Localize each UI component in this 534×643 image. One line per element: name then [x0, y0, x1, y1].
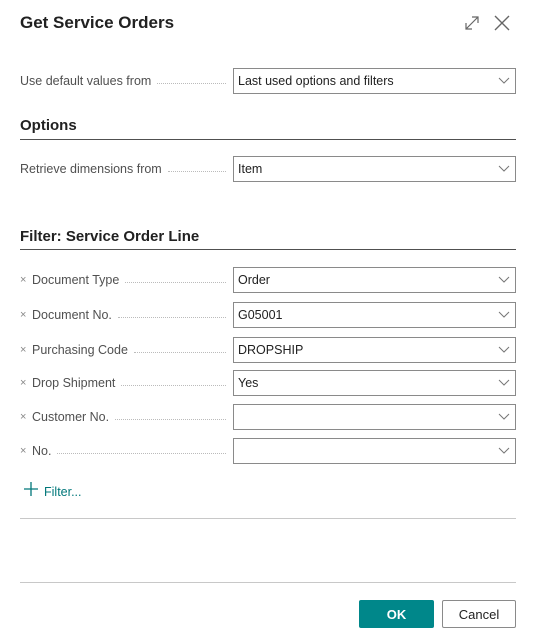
filter-label: Purchasing Code [32, 343, 128, 357]
remove-filter-icon[interactable]: × [20, 344, 29, 356]
filter-row-document-no: × Document No. G05001 [20, 302, 516, 328]
retrieve-dimensions-row: Retrieve dimensions from Item [20, 156, 516, 182]
filter-label: Document Type [32, 273, 120, 287]
filter-field-purchasing-code[interactable]: DROPSHIP [233, 337, 516, 363]
add-filter-label: Filter... [44, 484, 82, 499]
default-values-row: Use default values from Last used option… [20, 68, 516, 94]
filter-label-wrap: × Purchasing Code [20, 337, 226, 363]
options-divider [20, 139, 516, 140]
chevron-down-icon [493, 379, 515, 387]
remove-filter-icon[interactable]: × [20, 445, 29, 457]
filter-label-wrap: × Document No. [20, 302, 226, 328]
filter-end-divider [20, 518, 516, 519]
filter-label: No. [32, 444, 52, 458]
filter-label-wrap: × Customer No. [20, 404, 226, 430]
add-filter-button[interactable]: Filter... [24, 482, 82, 501]
chevron-down-icon [493, 413, 515, 421]
leader-dots [115, 418, 226, 420]
chevron-down-icon [493, 346, 515, 354]
filter-field-drop-shipment[interactable]: Yes [233, 370, 516, 396]
filter-label-wrap: × Document Type [20, 267, 226, 293]
filter-value: Yes [238, 376, 259, 390]
filter-field-no[interactable] [233, 438, 516, 464]
filter-value: Order [238, 273, 270, 287]
close-icon[interactable] [493, 14, 511, 32]
footer-divider [20, 582, 516, 583]
leader-dots [125, 281, 226, 283]
leader-dots [167, 170, 226, 172]
leader-dots [121, 384, 226, 386]
default-values-label-wrap: Use default values from [20, 68, 226, 94]
chevron-down-icon [493, 447, 515, 455]
retrieve-dimensions-select[interactable]: Item [233, 156, 516, 182]
default-values-select[interactable]: Last used options and filters [233, 68, 516, 94]
filter-label: Drop Shipment [32, 376, 116, 390]
options-heading: Options [20, 117, 77, 134]
filter-value: G05001 [238, 308, 283, 322]
plus-icon [24, 482, 38, 501]
chevron-down-icon [493, 165, 515, 173]
leader-dots [133, 351, 226, 353]
retrieve-dimensions-value: Item [238, 162, 263, 176]
filter-row-document-type: × Document Type Order [20, 267, 516, 293]
remove-filter-icon[interactable]: × [20, 309, 29, 321]
filter-value: DROPSHIP [238, 343, 304, 357]
remove-filter-icon[interactable]: × [20, 411, 29, 423]
chevron-down-icon [493, 311, 515, 319]
filter-field-document-no[interactable]: G05001 [233, 302, 516, 328]
default-values-label: Use default values from [20, 74, 152, 88]
filter-label-wrap: × Drop Shipment [20, 370, 226, 396]
filter-heading: Filter: Service Order Line [20, 228, 200, 245]
retrieve-dimensions-label: Retrieve dimensions from [20, 162, 162, 176]
retrieve-dimensions-label-wrap: Retrieve dimensions from [20, 156, 226, 182]
filter-label: Document No. [32, 308, 112, 322]
ok-button[interactable]: OK [359, 600, 434, 628]
filter-field-document-type[interactable]: Order [233, 267, 516, 293]
filter-row-customer-no: × Customer No. [20, 404, 516, 430]
default-values-value: Last used options and filters [238, 74, 394, 88]
chevron-down-icon [493, 276, 515, 284]
dialog-title: Get Service Orders [20, 13, 175, 32]
expand-icon[interactable] [463, 14, 481, 32]
remove-filter-icon[interactable]: × [20, 377, 29, 389]
filter-field-customer-no[interactable] [233, 404, 516, 430]
cancel-button[interactable]: Cancel [442, 600, 516, 628]
leader-dots [157, 82, 226, 84]
chevron-down-icon [493, 77, 515, 85]
remove-filter-icon[interactable]: × [20, 274, 29, 286]
filter-label-wrap: × No. [20, 438, 226, 464]
filter-row-drop-shipment: × Drop Shipment Yes [20, 370, 516, 396]
filter-row-purchasing-code: × Purchasing Code DROPSHIP [20, 337, 516, 363]
filter-row-no: × No. [20, 438, 516, 464]
leader-dots [57, 452, 226, 454]
filter-label: Customer No. [32, 410, 110, 424]
leader-dots [117, 316, 226, 318]
filter-divider [20, 249, 516, 250]
